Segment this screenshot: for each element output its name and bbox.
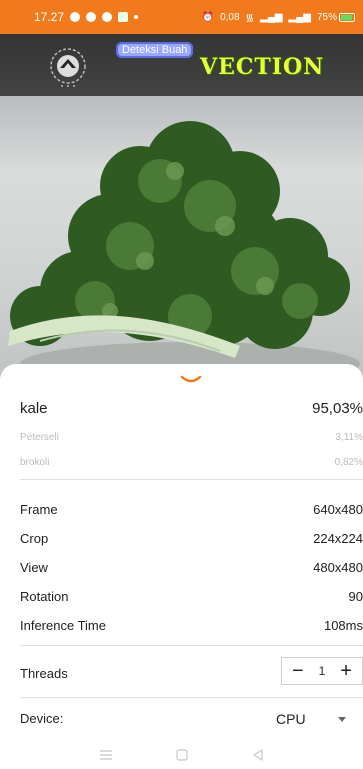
device-select[interactable]: CPU (276, 709, 356, 729)
info-label: Inference Time (20, 617, 106, 633)
brand-pill: Deteksi Buah (116, 42, 194, 58)
battery-level: 75% (316, 11, 337, 23)
alarm-icon: ⏰ (201, 11, 215, 23)
back-icon[interactable] (250, 748, 266, 762)
system-nav-bar (0, 741, 363, 769)
info-row-view: View 480x480 (20, 556, 363, 578)
result-value: 3,11% (335, 431, 363, 443)
info-value: 224x224 (313, 530, 363, 546)
battery-indicator: 75% (317, 12, 355, 23)
info-label: Rotation (20, 588, 69, 604)
messenger-icon (70, 12, 81, 22)
result-value: 95,03% (312, 399, 363, 417)
network-speed: 0,08 (220, 11, 240, 23)
status-time: 17.27 (34, 10, 65, 24)
result-row: brokoli 0,82% (20, 451, 363, 473)
result-label: Peterseli (20, 431, 59, 443)
info-label: View (20, 559, 48, 575)
menu-icon[interactable] (98, 748, 114, 762)
signal-icon-2: ▂▄▆ (288, 11, 311, 23)
threads-decrement-button[interactable]: − (287, 661, 309, 681)
whatsapp-icon (86, 12, 97, 22)
device-label: Device: (20, 711, 64, 726)
divider (20, 697, 363, 698)
divider (20, 645, 363, 646)
info-value: 480x480 (313, 559, 363, 575)
dropdown-arrow-icon (338, 716, 346, 722)
threads-value: 1 (318, 664, 326, 678)
gallery-icon (118, 12, 129, 22)
app-logo-icon (50, 48, 86, 87)
threads-increment-button[interactable]: + (335, 661, 357, 681)
info-label: Frame (20, 501, 58, 517)
result-row: Peterseli 3,11% (20, 426, 363, 448)
app-notification-icon (102, 12, 113, 22)
info-value: 90 (348, 588, 363, 604)
info-value: 640x480 (313, 501, 363, 517)
chevron-down-icon[interactable] (180, 374, 202, 386)
home-icon[interactable] (174, 748, 190, 762)
more-notifications-icon (134, 15, 139, 19)
info-row-inference-time: Inference Time 108ms (20, 614, 363, 636)
kale-image (8, 121, 360, 379)
info-label: Crop (20, 530, 49, 546)
info-row-crop: Crop 224x224 (20, 527, 363, 549)
result-value: 0,82% (334, 456, 363, 468)
signal-icon: ▂▄▆ (260, 11, 283, 23)
result-label: kale (20, 399, 48, 417)
info-row-frame: Frame 640x480 (20, 498, 363, 520)
status-bar: 17.27 ⏰ 0,08 ᯾ ▂▄▆ ▂▄▆ 75% (0, 0, 363, 34)
brand-title: VECTION (200, 54, 325, 80)
camera-preview: Deteksi Buah VECTION (0, 34, 363, 379)
threads-label: Threads (20, 666, 68, 681)
divider (20, 479, 363, 480)
wifi-icon: ᯾ (245, 13, 255, 24)
battery-icon (339, 12, 355, 22)
device-selected-value: CPU (276, 711, 306, 727)
result-label: brokoli (20, 456, 50, 468)
info-value: 108ms (323, 617, 363, 633)
info-row-rotation: Rotation 90 (20, 585, 363, 607)
result-row-top: kale 95,03% (20, 397, 363, 419)
threads-stepper: − 1 + (281, 657, 363, 685)
